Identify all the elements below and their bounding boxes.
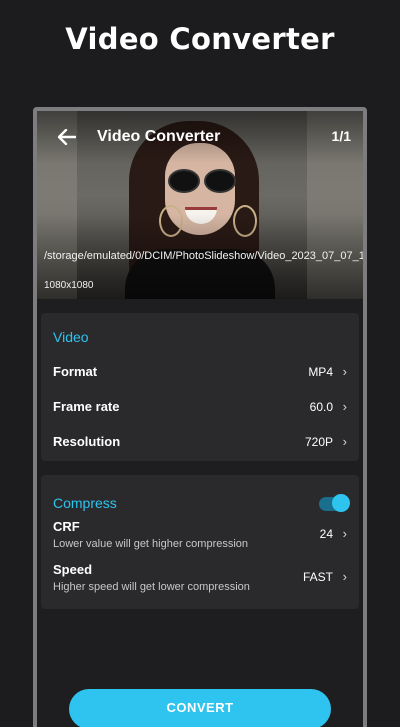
back-button[interactable] — [45, 115, 89, 159]
arrow-left-icon — [58, 129, 76, 145]
setting-description: Higher speed will get lower compression — [53, 581, 250, 593]
setting-row-frame-rate[interactable]: Frame rate 60.0 › — [53, 392, 347, 422]
setting-label: CRF — [53, 519, 80, 534]
setting-label: Resolution — [53, 434, 121, 449]
chevron-right-icon: › — [342, 526, 347, 541]
chevron-right-icon: › — [342, 399, 347, 414]
chevron-right-icon: › — [342, 364, 347, 379]
promo-title: Video Converter — [65, 22, 335, 56]
setting-row-crf[interactable]: CRF Lower value will get higher compress… — [53, 519, 347, 557]
convert-button[interactable]: CONVERT — [69, 689, 331, 727]
setting-label: Speed — [53, 562, 93, 577]
screen-title: Video Converter — [97, 128, 221, 145]
setting-row-speed[interactable]: Speed Higher speed will get lower compre… — [53, 562, 347, 600]
compress-settings-card: Compress CRF Lower value will get higher… — [41, 475, 359, 609]
setting-row-format[interactable]: Format MP4 › — [53, 357, 347, 387]
video-settings-card: Video Format MP4 › Frame rate 60.0 › Res… — [41, 313, 359, 461]
setting-row-resolution[interactable]: Resolution 720P › — [53, 427, 347, 457]
top-app-bar: Video Converter 1/1 — [37, 111, 363, 163]
toggle-knob — [332, 494, 350, 512]
section-title-compress: Compress — [53, 495, 117, 511]
setting-value: FAST — [302, 570, 333, 584]
page-counter: 1/1 — [331, 128, 351, 144]
video-thumbnail[interactable]: Video Converter 1/1 /storage/emulated/0/… — [37, 111, 363, 299]
setting-value: 24 — [319, 527, 333, 541]
app-screen: Video Converter 1/1 /storage/emulated/0/… — [37, 111, 363, 727]
setting-label: Format — [53, 364, 98, 379]
file-path: /storage/emulated/0/DCIM/PhotoSlideshow/… — [44, 250, 363, 262]
setting-value: 60.0 — [309, 400, 333, 414]
chevron-right-icon: › — [342, 434, 347, 449]
device-frame: Video Converter 1/1 /storage/emulated/0/… — [33, 107, 367, 727]
file-resolution: 1080x1080 — [44, 280, 94, 291]
setting-label: Frame rate — [53, 399, 120, 414]
setting-value: 720P — [304, 435, 333, 449]
compress-toggle[interactable] — [319, 494, 350, 512]
section-title-video: Video — [53, 329, 89, 345]
setting-description: Lower value will get higher compression — [53, 538, 249, 550]
chevron-right-icon: › — [342, 569, 347, 584]
setting-value: MP4 — [308, 365, 333, 379]
